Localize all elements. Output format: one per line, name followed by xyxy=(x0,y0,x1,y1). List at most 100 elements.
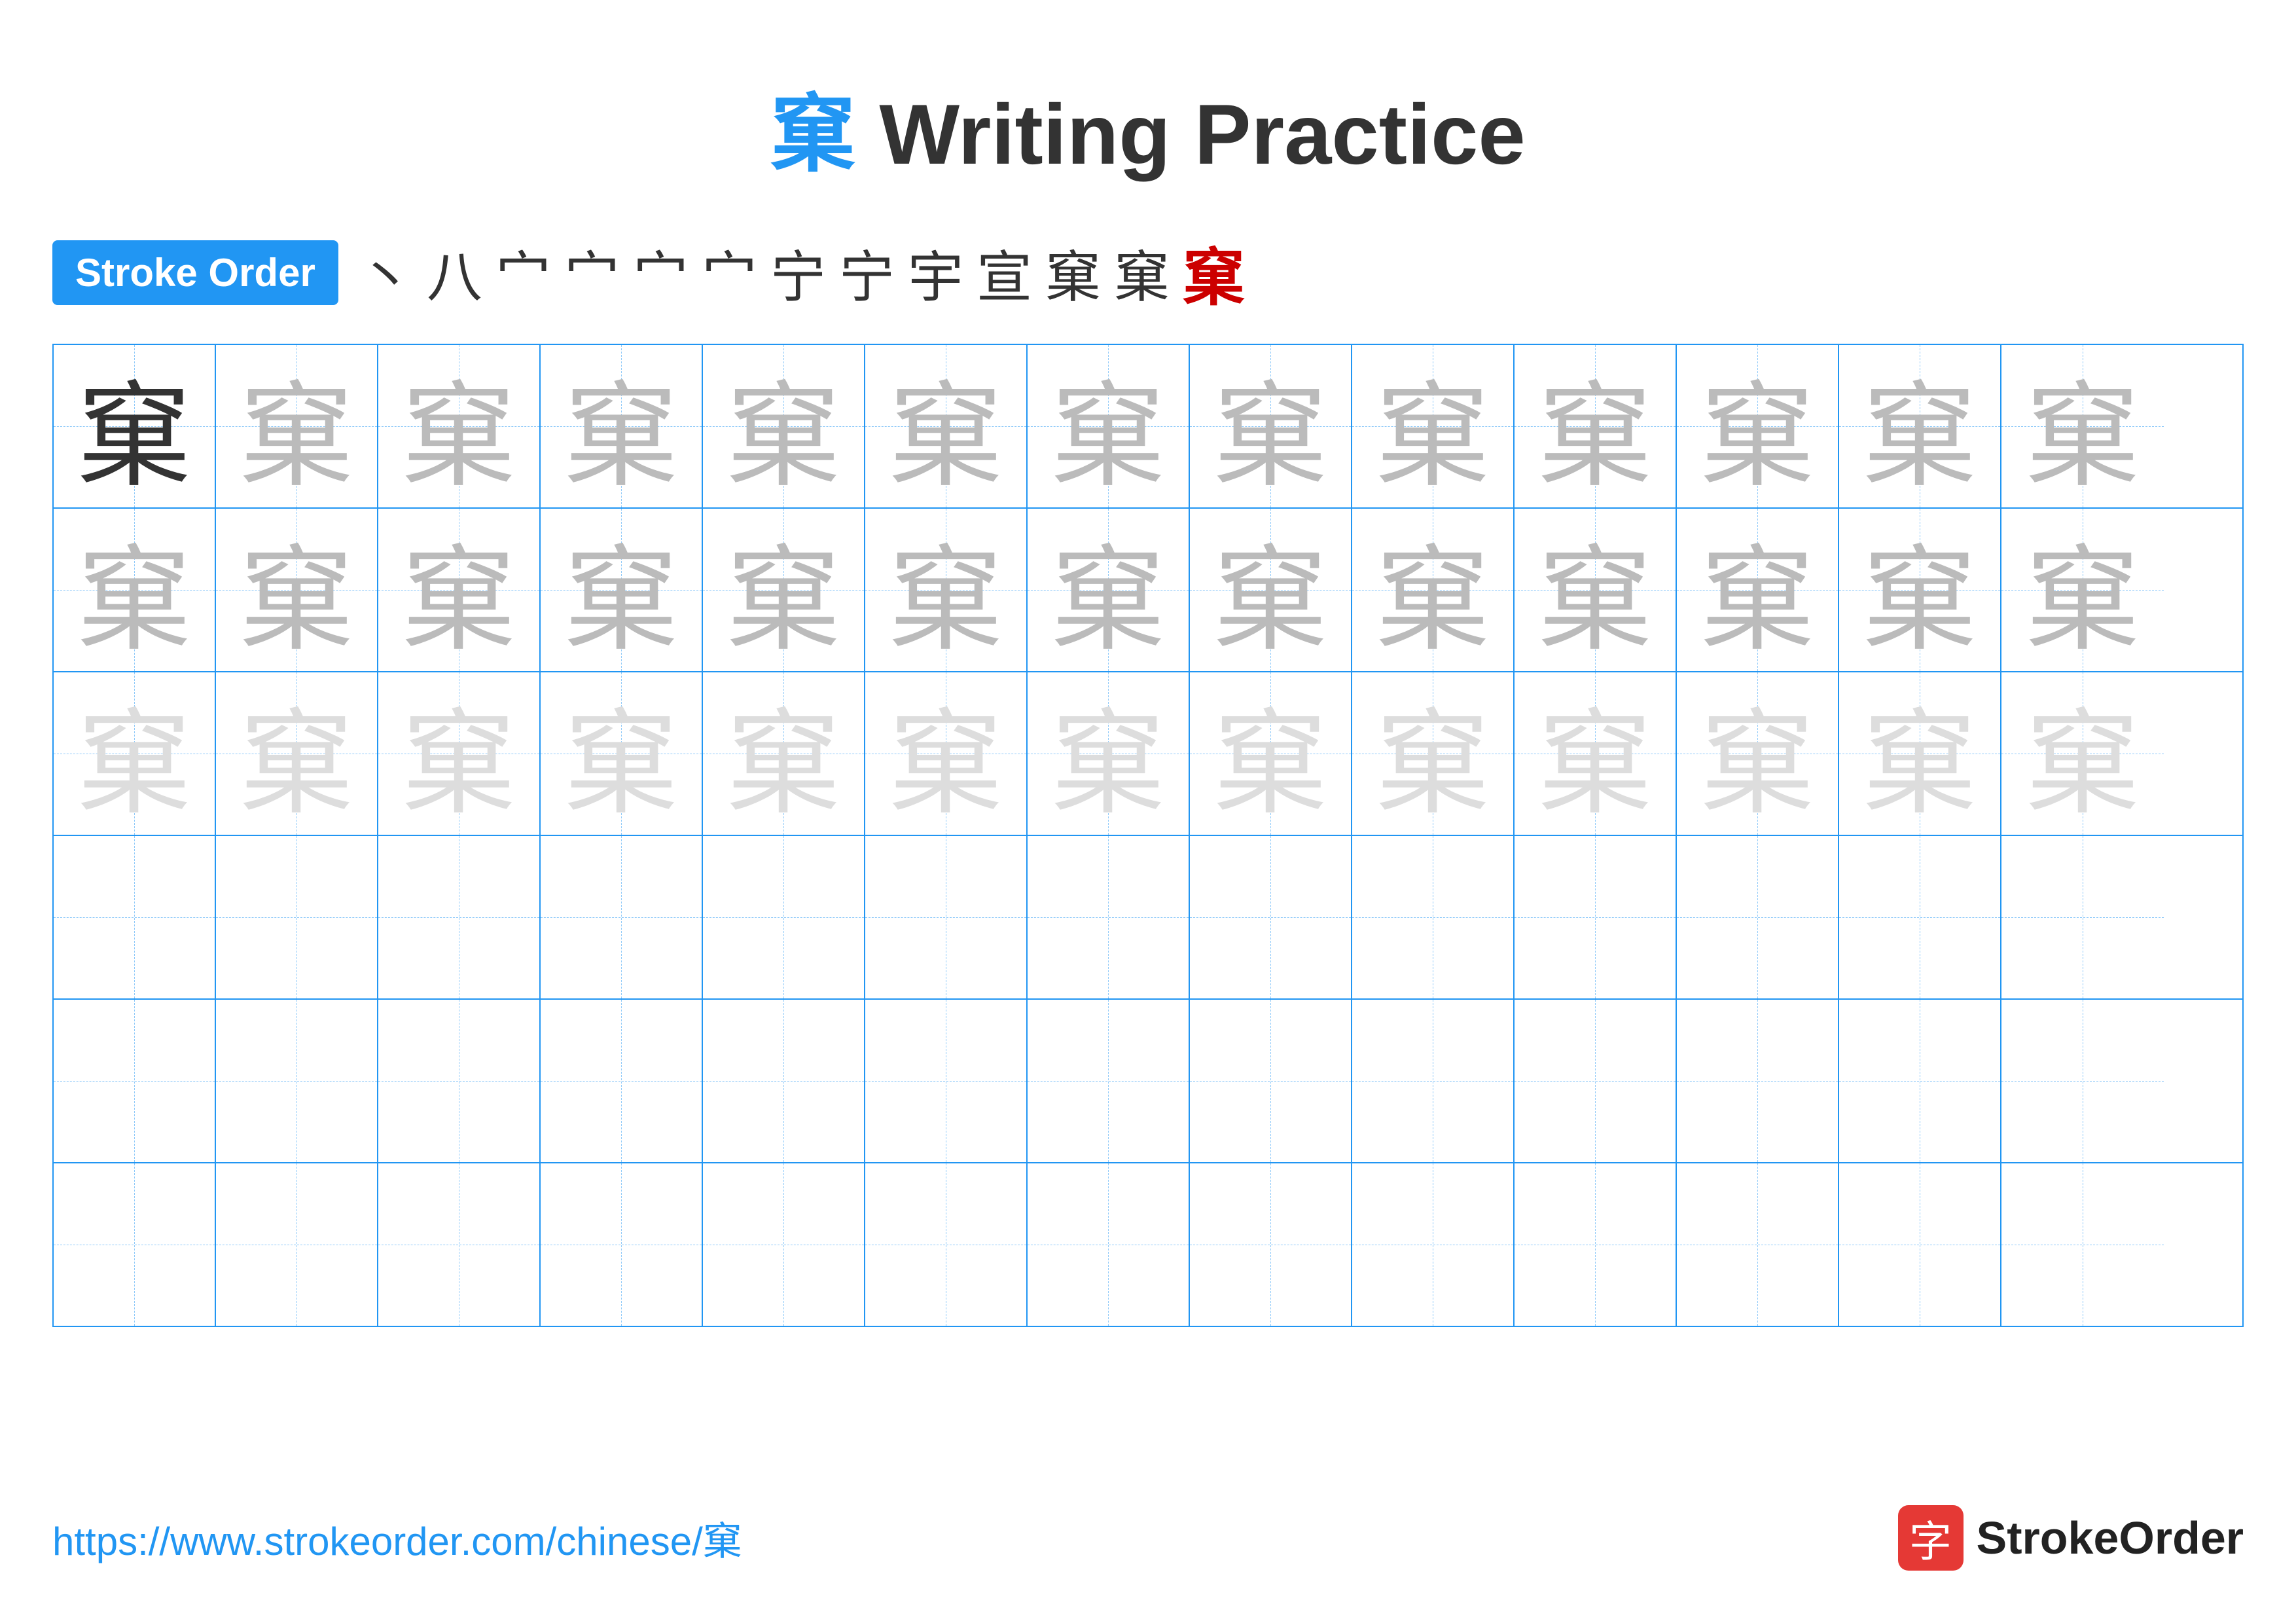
grid-cell-6-13[interactable] xyxy=(2001,1163,2164,1326)
grid-cell-6-11[interactable] xyxy=(1677,1163,1839,1326)
grid-cell-6-6[interactable] xyxy=(865,1163,1028,1326)
title-text: Writing Practice xyxy=(855,86,1525,182)
grid-cell-3-12[interactable]: 窠 xyxy=(1839,672,2001,835)
grid-cell-4-4[interactable] xyxy=(541,836,703,998)
grid-cell-3-2[interactable]: 窠 xyxy=(216,672,378,835)
grid-cell-2-7[interactable]: 窠 xyxy=(1028,509,1190,671)
grid-cell-1-3[interactable]: 窠 xyxy=(378,345,541,507)
grid-cell-5-12[interactable] xyxy=(1839,1000,2001,1162)
title-char: 窠 xyxy=(770,86,855,182)
grid-cell-4-12[interactable] xyxy=(1839,836,2001,998)
footer-url[interactable]: https://www.strokeorder.com/chinese/窠 xyxy=(52,1510,742,1567)
stroke-order-chars: 丶 八 宀 宀 宀 宀 宁 宁 宇 宣 窠 窠 窠 xyxy=(358,228,1245,318)
grid-cell-6-2[interactable] xyxy=(216,1163,378,1326)
grid-cell-2-8[interactable]: 窠 xyxy=(1190,509,1352,671)
grid-row-4 xyxy=(54,836,2242,1000)
grid-cell-2-12[interactable]: 窠 xyxy=(1839,509,2001,671)
grid-cell-2-1[interactable]: 窠 xyxy=(54,509,216,671)
grid-cell-2-9[interactable]: 窠 xyxy=(1352,509,1515,671)
grid-cell-2-2[interactable]: 窠 xyxy=(216,509,378,671)
grid-cell-5-9[interactable] xyxy=(1352,1000,1515,1162)
grid-cell-5-8[interactable] xyxy=(1190,1000,1352,1162)
grid-cell-6-8[interactable] xyxy=(1190,1163,1352,1326)
grid-cell-6-12[interactable] xyxy=(1839,1163,2001,1326)
grid-cell-6-10[interactable] xyxy=(1515,1163,1677,1326)
page-title: 窠 Writing Practice xyxy=(0,0,2296,189)
grid-cell-3-3[interactable]: 窠 xyxy=(378,672,541,835)
grid-cell-4-13[interactable] xyxy=(2001,836,2164,998)
grid-cell-5-1[interactable] xyxy=(54,1000,216,1162)
grid-cell-2-4[interactable]: 窠 xyxy=(541,509,703,671)
grid-cell-4-1[interactable] xyxy=(54,836,216,998)
grid-cell-1-13[interactable]: 窠 xyxy=(2001,345,2164,507)
stroke-order-row: Stroke Order 丶 八 宀 宀 宀 宀 宁 宁 宇 宣 窠 窠 窠 xyxy=(52,228,2244,318)
grid-cell-5-5[interactable] xyxy=(703,1000,865,1162)
grid-cell-1-7[interactable]: 窠 xyxy=(1028,345,1190,507)
grid-cell-3-9[interactable]: 窠 xyxy=(1352,672,1515,835)
grid-cell-3-1[interactable]: 窠 xyxy=(54,672,216,835)
practice-grid: 窠 窠 窠 窠 窠 窠 窠 窠 窠 窠 窠 窠 窠 窠 窠 窠 窠 窠 窠 窠 … xyxy=(52,344,2244,1327)
grid-cell-5-6[interactable] xyxy=(865,1000,1028,1162)
stroke-char-11: 窠 xyxy=(1045,232,1101,313)
grid-cell-1-9[interactable]: 窠 xyxy=(1352,345,1515,507)
grid-cell-2-10[interactable]: 窠 xyxy=(1515,509,1677,671)
grid-cell-4-6[interactable] xyxy=(865,836,1028,998)
grid-cell-2-13[interactable]: 窠 xyxy=(2001,509,2164,671)
grid-cell-6-4[interactable] xyxy=(541,1163,703,1326)
grid-cell-6-3[interactable] xyxy=(378,1163,541,1326)
stroke-char-2: 八 xyxy=(427,232,482,313)
grid-cell-5-13[interactable] xyxy=(2001,1000,2164,1162)
stroke-char-13: 窠 xyxy=(1183,228,1245,318)
grid-cell-1-8[interactable]: 窠 xyxy=(1190,345,1352,507)
grid-cell-1-4[interactable]: 窠 xyxy=(541,345,703,507)
grid-cell-5-3[interactable] xyxy=(378,1000,541,1162)
logo-icon: 字 xyxy=(1898,1505,1964,1571)
grid-cell-5-4[interactable] xyxy=(541,1000,703,1162)
grid-cell-1-11[interactable]: 窠 xyxy=(1677,345,1839,507)
grid-cell-5-2[interactable] xyxy=(216,1000,378,1162)
grid-cell-1-10[interactable]: 窠 xyxy=(1515,345,1677,507)
grid-cell-1-5[interactable]: 窠 xyxy=(703,345,865,507)
grid-cell-2-3[interactable]: 窠 xyxy=(378,509,541,671)
stroke-char-9: 宇 xyxy=(908,232,963,313)
footer: https://www.strokeorder.com/chinese/窠 字 … xyxy=(52,1505,2244,1571)
grid-cell-4-7[interactable] xyxy=(1028,836,1190,998)
grid-cell-5-10[interactable] xyxy=(1515,1000,1677,1162)
stroke-char-3: 宀 xyxy=(495,232,551,313)
grid-row-3: 窠 窠 窠 窠 窠 窠 窠 窠 窠 窠 窠 窠 窠 xyxy=(54,672,2242,836)
grid-cell-3-5[interactable]: 窠 xyxy=(703,672,865,835)
grid-cell-3-6[interactable]: 窠 xyxy=(865,672,1028,835)
grid-cell-3-8[interactable]: 窠 xyxy=(1190,672,1352,835)
grid-row-5 xyxy=(54,1000,2242,1163)
grid-cell-4-5[interactable] xyxy=(703,836,865,998)
grid-cell-4-2[interactable] xyxy=(216,836,378,998)
grid-cell-6-9[interactable] xyxy=(1352,1163,1515,1326)
grid-cell-3-4[interactable]: 窠 xyxy=(541,672,703,835)
grid-cell-6-5[interactable] xyxy=(703,1163,865,1326)
grid-cell-4-9[interactable] xyxy=(1352,836,1515,998)
grid-cell-1-12[interactable]: 窠 xyxy=(1839,345,2001,507)
grid-cell-4-11[interactable] xyxy=(1677,836,1839,998)
grid-cell-3-10[interactable]: 窠 xyxy=(1515,672,1677,835)
stroke-char-5: 宀 xyxy=(633,232,689,313)
grid-cell-6-1[interactable] xyxy=(54,1163,216,1326)
grid-cell-5-11[interactable] xyxy=(1677,1000,1839,1162)
grid-cell-1-2[interactable]: 窠 xyxy=(216,345,378,507)
grid-cell-3-13[interactable]: 窠 xyxy=(2001,672,2164,835)
grid-cell-2-11[interactable]: 窠 xyxy=(1677,509,1839,671)
grid-cell-3-11[interactable]: 窠 xyxy=(1677,672,1839,835)
grid-cell-1-6[interactable]: 窠 xyxy=(865,345,1028,507)
grid-cell-4-8[interactable] xyxy=(1190,836,1352,998)
grid-cell-4-3[interactable] xyxy=(378,836,541,998)
grid-cell-6-7[interactable] xyxy=(1028,1163,1190,1326)
grid-cell-4-10[interactable] xyxy=(1515,836,1677,998)
stroke-char-4: 宀 xyxy=(564,232,620,313)
grid-cell-1-1[interactable]: 窠 xyxy=(54,345,216,507)
grid-cell-5-7[interactable] xyxy=(1028,1000,1190,1162)
stroke-char-12: 窠 xyxy=(1114,232,1170,313)
grid-row-6 xyxy=(54,1163,2242,1326)
stroke-char-8: 宁 xyxy=(839,232,895,313)
grid-cell-2-6[interactable]: 窠 xyxy=(865,509,1028,671)
grid-cell-2-5[interactable]: 窠 xyxy=(703,509,865,671)
grid-cell-3-7[interactable]: 窠 xyxy=(1028,672,1190,835)
